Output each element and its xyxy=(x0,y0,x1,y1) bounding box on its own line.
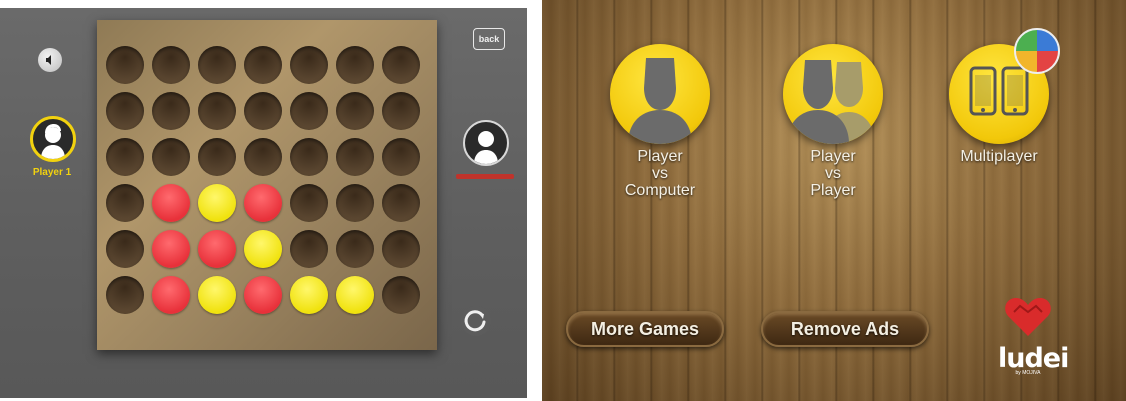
red-disc[interactable] xyxy=(198,230,236,268)
player-vs-player-button[interactable]: Player vs Player xyxy=(778,44,888,199)
single-user-icon xyxy=(610,44,710,144)
multiplayer-label: Multiplayer xyxy=(960,148,1038,165)
board-grid[interactable] xyxy=(106,46,420,314)
board-slot[interactable] xyxy=(336,46,374,84)
board-slot[interactable] xyxy=(336,138,374,176)
board-slot[interactable] xyxy=(290,230,328,268)
player2-label xyxy=(456,174,514,179)
board-slot[interactable] xyxy=(106,46,144,84)
board-slot[interactable] xyxy=(152,46,190,84)
board-slot[interactable] xyxy=(290,138,328,176)
board-slot[interactable] xyxy=(382,92,420,130)
board-slot[interactable] xyxy=(198,46,236,84)
board-slot[interactable] xyxy=(382,184,420,222)
board-slot[interactable] xyxy=(290,46,328,84)
board-slot[interactable] xyxy=(382,46,420,84)
sound-toggle-button[interactable] xyxy=(38,48,62,72)
board-slot[interactable] xyxy=(106,184,144,222)
player-vs-computer-button[interactable]: Player vs Computer xyxy=(605,44,715,199)
board-slot[interactable] xyxy=(244,46,282,84)
player-vs-computer-label: Player vs Computer xyxy=(624,148,696,199)
board-slot[interactable] xyxy=(336,230,374,268)
red-disc[interactable] xyxy=(152,184,190,222)
reset-button[interactable] xyxy=(460,305,492,337)
yellow-disc[interactable] xyxy=(244,230,282,268)
heart-logo-icon xyxy=(1005,298,1051,336)
board-slot[interactable] xyxy=(382,230,420,268)
game-screen: back Player 1 xyxy=(0,8,527,398)
two-users-icon xyxy=(783,44,883,144)
board-slot[interactable] xyxy=(152,92,190,130)
player1-avatar xyxy=(30,116,76,162)
board-slot[interactable] xyxy=(198,138,236,176)
board-slot[interactable] xyxy=(106,276,144,314)
player-vs-player-label: Player vs Player xyxy=(810,148,856,199)
board-slot[interactable] xyxy=(106,138,144,176)
board-slot[interactable] xyxy=(290,92,328,130)
red-disc[interactable] xyxy=(152,276,190,314)
board-slot[interactable] xyxy=(244,92,282,130)
board-slot[interactable] xyxy=(382,138,420,176)
board-slot[interactable] xyxy=(382,276,420,314)
board-slot[interactable] xyxy=(336,184,374,222)
yellow-disc[interactable] xyxy=(336,276,374,314)
board-slot[interactable] xyxy=(106,230,144,268)
board-slot[interactable] xyxy=(336,92,374,130)
yellow-disc[interactable] xyxy=(290,276,328,314)
board-slot[interactable] xyxy=(152,138,190,176)
remove-ads-button[interactable]: Remove Ads xyxy=(761,311,929,347)
red-disc[interactable] xyxy=(244,184,282,222)
speaker-icon xyxy=(46,55,51,65)
reset-icon xyxy=(461,306,491,336)
ludei-logo: ludei by MOJIVA xyxy=(998,296,1069,396)
game-center-badge-icon xyxy=(1014,28,1060,74)
red-disc[interactable] xyxy=(244,276,282,314)
board-slot[interactable] xyxy=(198,92,236,130)
player1-avatar-icon xyxy=(41,124,65,159)
player2-avatar-icon xyxy=(474,131,498,164)
yellow-disc[interactable] xyxy=(198,184,236,222)
game-board xyxy=(97,20,437,350)
board-slot[interactable] xyxy=(106,92,144,130)
player1-label: Player 1 xyxy=(32,167,72,178)
board-slot[interactable] xyxy=(290,184,328,222)
back-button[interactable]: back xyxy=(473,28,505,50)
player2-avatar xyxy=(463,120,509,166)
red-disc[interactable] xyxy=(152,230,190,268)
yellow-disc[interactable] xyxy=(198,276,236,314)
board-slot[interactable] xyxy=(244,138,282,176)
more-games-button[interactable]: More Games xyxy=(566,311,724,347)
